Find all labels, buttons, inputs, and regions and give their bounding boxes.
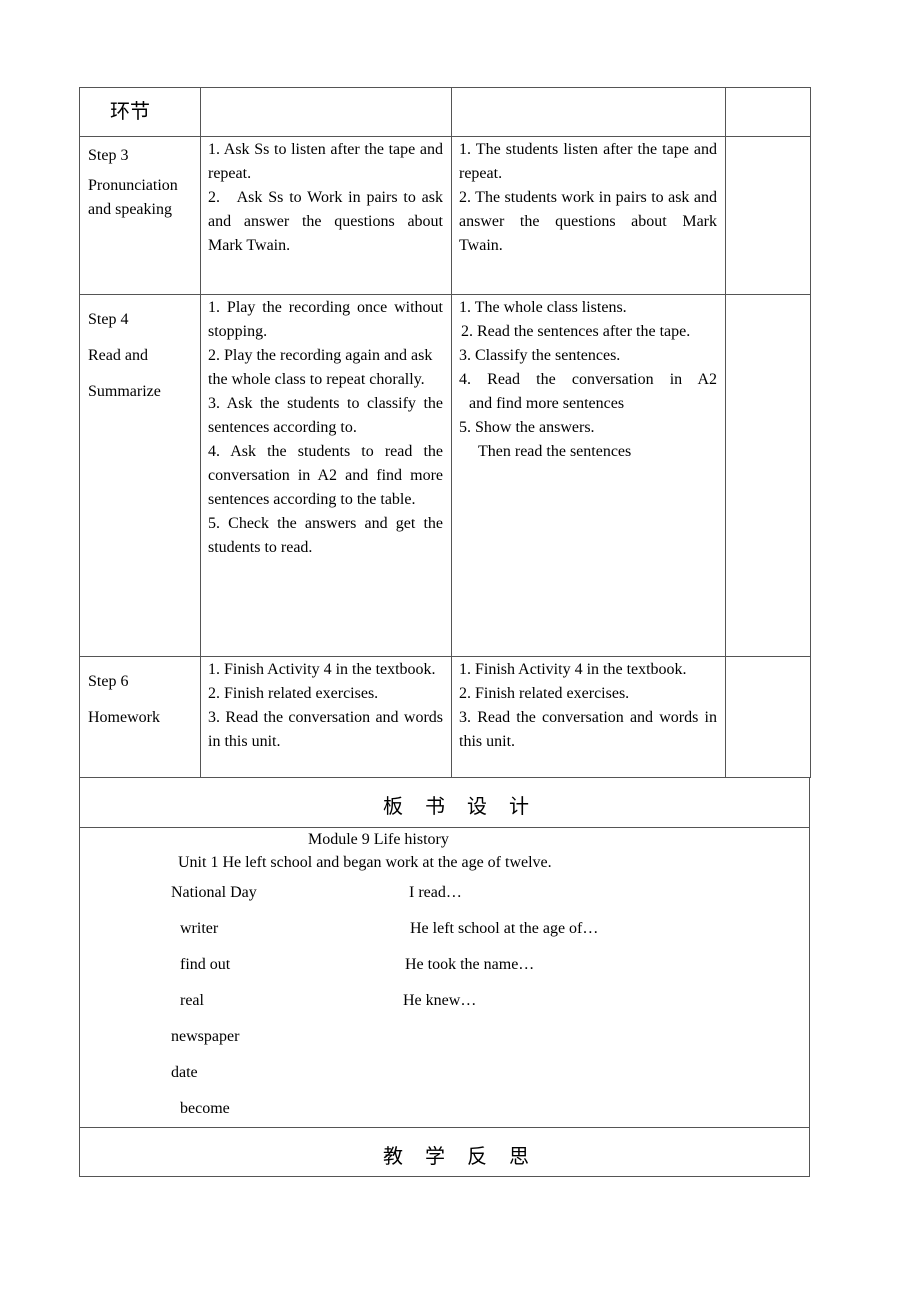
board-sentence: He took the name…: [405, 956, 535, 973]
table-border-right: [809, 777, 810, 1177]
col-divider: [200, 87, 201, 777]
teacher-activity: 1. Ask Ss to listen after the tape and r…: [208, 138, 443, 258]
row-divider: [79, 827, 810, 828]
row-divider: [79, 1127, 810, 1128]
activity-item: 4. Read the conversation in A2: [459, 371, 717, 388]
activity-item: 1. Ask Ss to listen after the tape and r…: [208, 141, 447, 182]
lesson-plan-page: 环节 Step 3 Pronunciation and speaking 1. …: [0, 0, 920, 1302]
header-stage: 环节: [110, 99, 150, 123]
activity-item: 5. Check the answers and get the student…: [208, 515, 443, 556]
step-number: Step 6: [88, 673, 129, 690]
activity-item: Then read the sentences: [478, 443, 632, 460]
activity-item: 2. Read the sentences after the tape.: [461, 323, 691, 340]
step-title: Homework: [88, 709, 160, 726]
activity-item: 4. Ask the students to read the conversa…: [208, 443, 443, 508]
board-word: writer: [180, 920, 219, 937]
table-border-top: [79, 87, 811, 88]
activity-item: 2. Finish related exercises.: [208, 685, 379, 702]
student-activity: 1. The students listen after the tape an…: [459, 138, 717, 258]
activity-item: 3. Ask the students to classify the sent…: [208, 395, 443, 436]
activity-item: 2. Ask Ss to Work in pairs to ask and an…: [208, 189, 447, 254]
activity-item: 3. Classify the sentences.: [459, 347, 621, 364]
step-title: Pronunciation: [88, 177, 178, 194]
board-word: National Day: [171, 884, 257, 901]
row-divider: [79, 656, 811, 657]
board-word: newspaper: [171, 1028, 240, 1045]
activity-item: 2. Play the recording again and ask the …: [208, 347, 433, 388]
step-label: Step 4 Read and Summarize: [88, 302, 198, 410]
row-divider: [79, 294, 811, 295]
col-divider: [725, 87, 726, 777]
student-activity: 1. The whole class listens. 2. Read the …: [459, 296, 717, 464]
activity-item: 1. The students listen after the tape an…: [459, 141, 717, 182]
teacher-activity: 1. Finish Activity 4 in the textbook. 2.…: [208, 658, 443, 754]
activity-item: 3. Read the conversation and words in th…: [208, 709, 443, 750]
step-title: Summarize: [88, 383, 161, 400]
step-title: Read and: [88, 347, 148, 364]
board-design-heading: 板书设计: [383, 794, 551, 818]
table-border-bottom: [79, 1176, 810, 1177]
activity-item: 2. The students work in pairs to ask and…: [459, 189, 717, 254]
activity-item: 1. Play the recording once without stopp…: [208, 299, 443, 340]
board-sentence: He knew…: [403, 992, 477, 1009]
board-sentence: He left school at the age of…: [410, 920, 599, 937]
activity-item: 1. The whole class listens.: [459, 299, 627, 316]
reflection-heading: 教学反思: [383, 1144, 551, 1168]
board-unit-title: Unit 1 He left school and began work at …: [178, 854, 552, 871]
activity-item: 1. Finish Activity 4 in the textbook.: [459, 661, 687, 678]
activity-item: 3. Read the conversation and words in th…: [459, 709, 717, 750]
activity-item: and find more sentences: [469, 395, 625, 412]
board-sentence: I read…: [409, 884, 462, 901]
row-divider: [79, 136, 811, 137]
activity-item: 2. Finish related exercises.: [459, 685, 630, 702]
table-border-right: [810, 87, 811, 777]
col-divider: [451, 87, 452, 777]
row-divider: [79, 777, 811, 778]
board-word: find out: [180, 956, 231, 973]
board-module-title: Module 9 Life history: [308, 831, 449, 848]
step-label: Step 3 Pronunciation and speaking: [88, 144, 198, 222]
step-number: Step 4: [88, 311, 129, 328]
board-word: real: [180, 992, 204, 1009]
activity-item: 5. Show the answers.: [459, 419, 595, 436]
step-number: Step 3: [88, 147, 129, 164]
step-title: and speaking: [88, 201, 172, 218]
activity-item: 1. Finish Activity 4 in the textbook.: [208, 661, 436, 678]
step-label: Step 6 Homework: [88, 664, 198, 736]
board-word: become: [180, 1100, 230, 1117]
student-activity: 1. Finish Activity 4 in the textbook. 2.…: [459, 658, 717, 754]
table-border-left: [79, 87, 80, 1177]
teacher-activity: 1. Play the recording once without stopp…: [208, 296, 443, 560]
board-word: date: [171, 1064, 198, 1081]
